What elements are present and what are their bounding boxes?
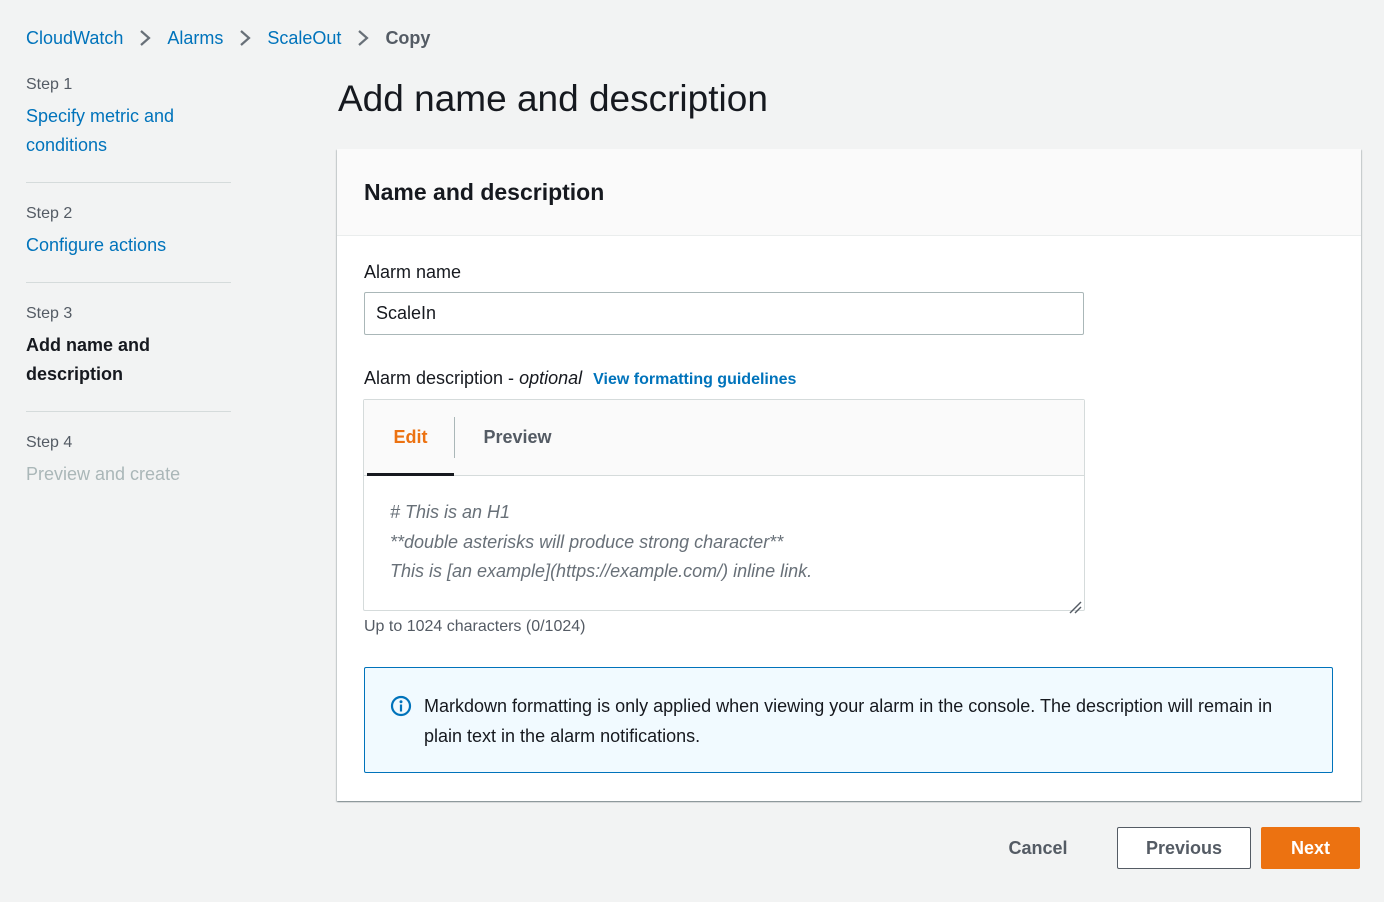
page-title: Add name and description <box>338 78 768 119</box>
optional-label: optional <box>519 368 583 388</box>
view-formatting-guidelines-link[interactable]: View formatting guidelines <box>593 371 796 388</box>
next-button[interactable]: Next <box>1261 827 1360 869</box>
placeholder-line: **double asterisks will produce strong c… <box>390 531 784 552</box>
page: CloudWatch Alarms ScaleOut Copy Step 1 S… <box>0 0 1384 902</box>
cancel-button[interactable]: Cancel <box>990 827 1086 869</box>
breadcrumb-link-scaleout[interactable]: ScaleOut <box>267 28 341 49</box>
alarm-description-label-text: Alarm description - <box>364 368 520 388</box>
wizard-step-2: Step 2 Configure actions <box>26 203 231 283</box>
tab-preview[interactable]: Preview <box>455 400 580 475</box>
wizard-steps: Step 1 Specify metric and conditions Ste… <box>26 74 231 531</box>
wizard-step-1: Step 1 Specify metric and conditions <box>26 74 231 183</box>
container-header: Name and description <box>337 149 1361 236</box>
breadcrumb-link-cloudwatch[interactable]: CloudWatch <box>26 28 123 49</box>
step-number: Step 4 <box>26 434 73 451</box>
placeholder-line: # This is an H1 <box>390 502 511 522</box>
resize-handle-icon[interactable] <box>1068 594 1082 614</box>
step-number: Step 3 <box>26 305 73 322</box>
step-current-add-name: Add name and description <box>26 335 151 384</box>
wizard-step-3: Step 3 Add name and description <box>26 303 231 412</box>
breadcrumb: CloudWatch Alarms ScaleOut Copy <box>26 24 430 52</box>
tab-edit[interactable]: Edit <box>367 400 454 476</box>
previous-button[interactable]: Previous <box>1117 827 1251 869</box>
chevron-right-icon <box>349 24 377 52</box>
info-alert: Markdown formatting is only applied when… <box>364 667 1333 773</box>
breadcrumb-link-alarms[interactable]: Alarms <box>167 28 223 49</box>
editor-tabs: Edit Preview <box>364 400 1084 476</box>
placeholder-line: This is [an example](https://example.com… <box>390 561 813 581</box>
step-link-specify-metric[interactable]: Specify metric and conditions <box>26 102 231 160</box>
wizard-actions: Cancel Previous Next <box>990 827 1360 869</box>
info-icon <box>390 695 412 717</box>
chevron-right-icon <box>231 24 259 52</box>
chevron-right-icon <box>131 24 159 52</box>
alarm-description-label: Alarm description - optional View format… <box>364 366 796 392</box>
wizard-step-4: Step 4 Preview and create <box>26 432 231 511</box>
step-link-configure-actions[interactable]: Configure actions <box>26 231 231 260</box>
name-description-container: Name and description Alarm name Alarm de… <box>337 149 1361 801</box>
alarm-description-textarea[interactable]: # This is an H1 **double asterisks will … <box>364 476 1084 614</box>
step-number: Step 1 <box>26 76 73 93</box>
container-title: Name and description <box>364 179 605 205</box>
step-number: Step 2 <box>26 205 73 222</box>
info-alert-text: Markdown formatting is only applied when… <box>424 696 1273 746</box>
breadcrumb-current: Copy <box>385 27 431 48</box>
character-count-constraint: Up to 1024 characters (0/1024) <box>364 618 586 635</box>
alarm-name-label: Alarm name <box>364 262 462 282</box>
markdown-editor: Edit Preview # This is an H1 **double as… <box>363 399 1085 614</box>
step-disabled-preview-create: Preview and create <box>26 464 181 484</box>
alarm-name-input[interactable] <box>364 292 1084 335</box>
